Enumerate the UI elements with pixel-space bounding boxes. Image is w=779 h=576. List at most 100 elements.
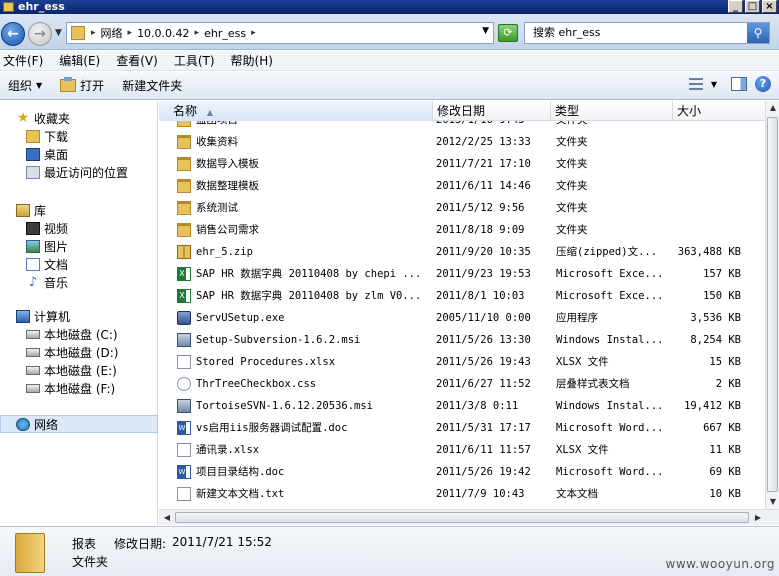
breadcrumb-separator-icon[interactable]: ▸ — [195, 28, 200, 38]
preview-pane-icon[interactable] — [731, 77, 747, 91]
nav-item-drive-d[interactable]: 本地磁盘 (D:) — [0, 343, 158, 361]
file-row[interactable]: ehr_5.zip 2011/9/20 10:35 压缩(zipped)文... 36… — [159, 241, 765, 263]
file-type: 文件夹 — [556, 136, 588, 148]
refresh-button[interactable]: ⟳ — [498, 24, 518, 42]
file-name: vs启用iis服务器调试配置.doc — [196, 422, 348, 434]
nav-network[interactable]: 网络 — [0, 415, 158, 433]
nav-item-documents[interactable]: 文档 — [0, 255, 158, 273]
text-file-icon — [177, 355, 191, 369]
open-folder-icon — [60, 77, 77, 92]
column-header-name[interactable]: 名称 ▲ — [159, 101, 433, 121]
file-type: 层叠样式表文档 — [556, 378, 630, 390]
file-row[interactable]: 通讯录.xlsx 2011/6/11 11:57 XLSX 文件 11 KB — [159, 439, 765, 461]
nav-computer[interactable]: 计算机 — [0, 307, 158, 325]
file-row[interactable]: 项目目录结构.doc 2011/5/26 19:42 Microsoft Word.… — [159, 461, 765, 483]
file-row[interactable]: 收集资料 2012/2/25 13:33 文件夹 — [159, 131, 765, 153]
breadcrumb-network[interactable]: 网络 — [101, 25, 123, 41]
open-label: 打开 — [80, 79, 105, 93]
network-label: 网络 — [34, 417, 59, 432]
file-row[interactable]: ThrTreeCheckbox.css 2011/6/27 11:52 层叠样式表文… — [159, 373, 765, 395]
file-row[interactable]: SAP HR 数据字典 20110408 by zlm V0... 2011/8/… — [159, 285, 765, 307]
file-row[interactable]: TortoiseSVN-1.6.12.20536.msi 2011/3/8 0:1… — [159, 395, 765, 417]
file-modified-date: 2011/9/23 19:53 — [436, 268, 531, 280]
new-folder-button[interactable]: 新建文件夹 — [122, 77, 182, 94]
file-size — [673, 175, 741, 197]
nav-item-drive-f[interactable]: 本地磁盘 (F:) — [0, 379, 158, 397]
nav-item-music[interactable]: ♪ 音乐 — [0, 273, 158, 291]
organize-button[interactable]: 组织 ▼ — [8, 77, 42, 94]
command-bar: 组织 ▼ 打开 新建文件夹 ▼ ? — [0, 72, 779, 100]
breadcrumb-separator-icon[interactable]: ▸ — [91, 28, 96, 38]
file-row[interactable]: Setup-Subversion-1.6.2.msi 2011/5/26 13:3… — [159, 329, 765, 351]
column-header-type[interactable]: 类型 — [551, 101, 673, 121]
file-row[interactable]: vs启用iis服务器调试配置.doc 2011/5/31 17:17 Microso… — [159, 417, 765, 439]
help-icon[interactable]: ? — [755, 76, 771, 92]
file-row[interactable]: 新建文本文档.txt 2011/7/9 10:43 文本文档 10 KB — [159, 483, 765, 505]
menu-view[interactable]: 查看(V) — [116, 52, 158, 69]
file-row[interactable]: 数据整理模板 2011/6/11 14:46 文件夹 — [159, 175, 765, 197]
nav-libraries[interactable]: 库 — [0, 201, 158, 219]
nav-favorites[interactable]: ★ 收藏夹 — [0, 109, 158, 127]
column-type-label: 类型 — [555, 104, 580, 118]
document-icon — [26, 257, 40, 271]
file-name: 新建文本文档.txt — [196, 488, 285, 500]
file-row[interactable]: 监团项目 2013/1/16 9:43 文件夹 — [159, 121, 765, 131]
nav-item-drive-c[interactable]: 本地磁盘 (C:) — [0, 325, 158, 343]
file-name: 数据导入模板 — [196, 158, 259, 170]
vertical-scrollbar[interactable]: ▲ ▼ — [765, 101, 779, 509]
close-button[interactable]: × — [762, 0, 777, 13]
breadcrumb-host[interactable]: 10.0.0.42 — [137, 27, 189, 40]
column-headers: 名称 ▲ 修改日期 类型 大小 — [159, 101, 765, 121]
breadcrumb-separator-icon[interactable]: ▸ — [251, 28, 256, 38]
nav-item-label: 图片 — [44, 239, 69, 254]
file-type: 文件夹 — [556, 224, 588, 236]
column-header-date[interactable]: 修改日期 — [433, 101, 551, 121]
file-type: Windows Instal... — [556, 400, 664, 412]
views-icon[interactable] — [688, 78, 703, 90]
address-field[interactable]: ▸ 网络 ▸ 10.0.0.42 ▸ ehr_ess ▸ ▼ — [66, 22, 494, 44]
file-row[interactable]: 数据导入模板 2011/7/21 17:10 文件夹 — [159, 153, 765, 175]
file-row[interactable]: Stored Procedures.xlsx 2011/5/26 19:43 XLS… — [159, 351, 765, 373]
breadcrumb-separator-icon[interactable]: ▸ — [128, 28, 133, 38]
desktop-icon — [26, 147, 40, 161]
horizontal-scrollbar[interactable]: ◀ ▶ — [159, 509, 779, 525]
column-header-size[interactable]: 大小 — [673, 101, 765, 121]
file-name: SAP HR 数据字典 20110408 by chepi ... — [196, 268, 422, 280]
search-icon[interactable]: ⚲ — [747, 23, 769, 43]
vertical-scroll-thumb[interactable] — [767, 117, 778, 492]
file-modified-date: 2011/5/26 13:30 — [436, 334, 531, 346]
views-dropdown-icon[interactable]: ▼ — [711, 80, 717, 89]
nav-item-videos[interactable]: 视频 — [0, 219, 158, 237]
horizontal-scroll-thumb[interactable] — [175, 512, 749, 523]
file-size — [673, 197, 741, 219]
recent-pages-dropdown-icon[interactable]: ▼ — [55, 28, 62, 38]
menu-file[interactable]: 文件(F) — [3, 52, 43, 69]
nav-item-recent-places[interactable]: 最近访问的位置 — [0, 163, 158, 181]
menu-tools[interactable]: 工具(T) — [174, 52, 215, 69]
zip-icon — [177, 245, 191, 259]
file-size: 11 KB — [709, 444, 741, 456]
scroll-down-icon[interactable]: ▼ — [766, 495, 779, 509]
menu-edit[interactable]: 编辑(E) — [59, 52, 100, 69]
file-row[interactable]: SAP HR 数据字典 20110408 by chepi ... 2011/9/… — [159, 263, 765, 285]
forward-button[interactable]: → — [28, 22, 52, 46]
scroll-left-icon[interactable]: ◀ — [160, 511, 174, 525]
nav-item-pictures[interactable]: 图片 — [0, 237, 158, 255]
breadcrumb-share[interactable]: ehr_ess — [204, 27, 246, 40]
back-button[interactable]: ← — [1, 22, 25, 46]
open-button[interactable]: 打开 — [60, 77, 104, 94]
file-row[interactable]: 系统测试 2011/5/12 9:56 文件夹 — [159, 197, 765, 219]
picture-icon — [26, 239, 40, 253]
menu-help[interactable]: 帮助(H) — [231, 52, 273, 69]
maximize-button[interactable]: □ — [745, 0, 760, 13]
scroll-right-icon[interactable]: ▶ — [751, 511, 765, 525]
nav-item-downloads[interactable]: 下载 — [0, 127, 158, 145]
file-row[interactable]: ServUSetup.exe 2005/11/10 0:00 应用程序 3,536 K… — [159, 307, 765, 329]
search-input[interactable]: 搜索 ehr_ess ⚲ — [524, 22, 770, 44]
minimize-button[interactable]: _ — [728, 0, 743, 13]
nav-item-desktop[interactable]: 桌面 — [0, 145, 158, 163]
file-row[interactable]: 销售公司需求 2011/8/18 9:09 文件夹 — [159, 219, 765, 241]
address-history-dropdown-icon[interactable]: ▼ — [482, 26, 489, 36]
nav-item-drive-e[interactable]: 本地磁盘 (E:) — [0, 361, 158, 379]
scroll-up-icon[interactable]: ▲ — [766, 101, 779, 115]
